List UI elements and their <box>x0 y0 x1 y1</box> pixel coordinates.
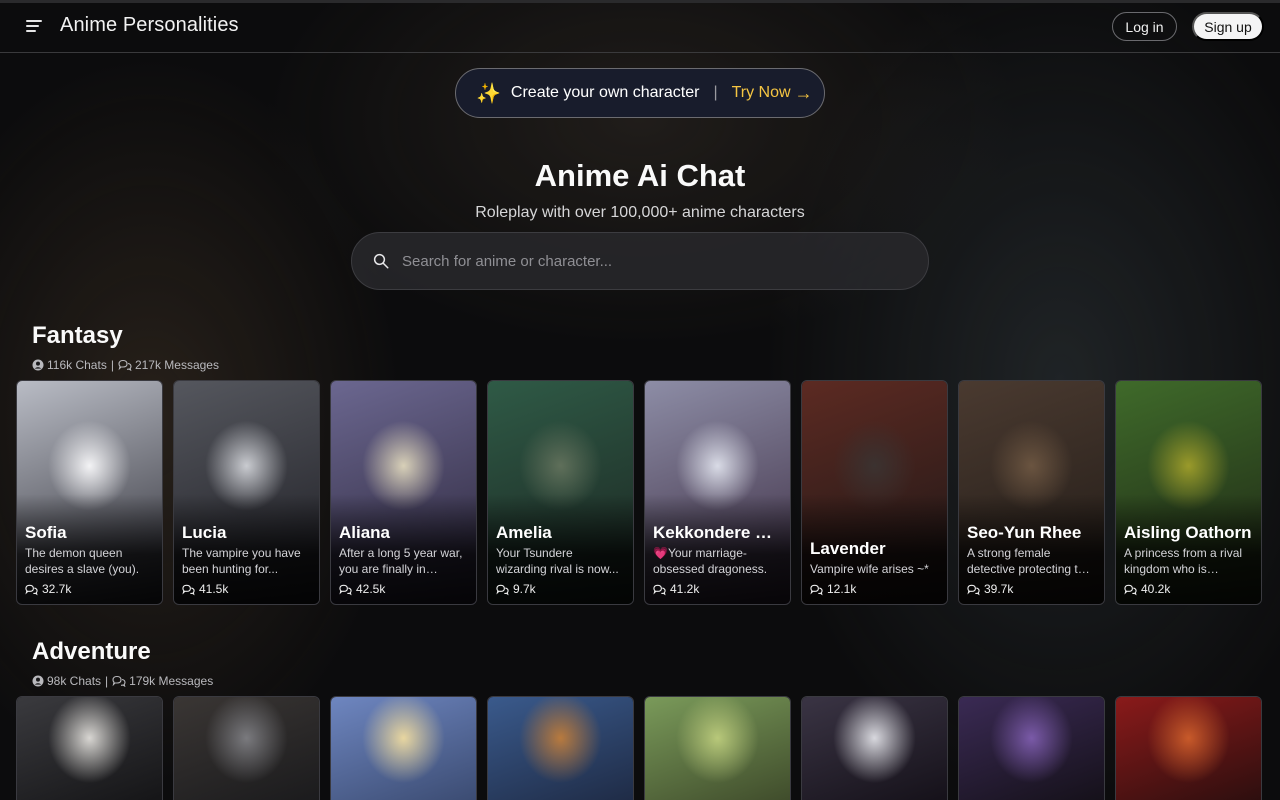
chat-count: 12.1k <box>810 582 856 596</box>
section-title-fantasy: Fantasy <box>32 322 123 349</box>
section-stats-adventure: 98k Chats | 179k Messages <box>32 674 213 688</box>
chat-count: 42.5k <box>339 582 385 596</box>
character-name: Seo-Yun Rhee <box>967 523 1082 542</box>
character-portrait <box>802 697 947 800</box>
character-name: Aisling Oathorn <box>1124 523 1252 542</box>
chat-count: 9.7k <box>496 582 536 596</box>
character-description: Your Tsundere wizarding rival is now... <box>496 546 619 576</box>
character-name: Sofia <box>25 523 67 542</box>
try-now-label: Try Now <box>731 84 791 101</box>
sparkles-icon: ✨ <box>476 82 501 105</box>
create-character-banner[interactable]: ✨ Create your own character | Try Now → <box>455 68 825 118</box>
character-card[interactable] <box>173 696 320 800</box>
character-description: 💗Your marriage-obsessed dragoness. <box>653 546 768 576</box>
character-description: The demon queen desires a slave (you). <box>25 546 140 576</box>
signup-button[interactable]: Sign up <box>1192 12 1264 41</box>
character-card[interactable] <box>958 696 1105 800</box>
character-card[interactable] <box>487 696 634 800</box>
character-name: Amelia <box>496 523 552 542</box>
chat-count-value: 40.2k <box>1141 582 1171 596</box>
chats-count: 116k Chats <box>47 358 107 372</box>
user-circle-icon <box>32 675 44 687</box>
chat-count-value: 12.1k <box>827 582 857 596</box>
section-stats-fantasy: 116k Chats | 217k Messages <box>32 358 219 372</box>
character-name: Aliana <box>339 523 391 542</box>
chat-count-value: 32.7k <box>42 582 72 596</box>
page-title: Anime Ai Chat <box>534 158 746 193</box>
chat-count-value: 9.7k <box>513 582 536 596</box>
try-now-link[interactable]: Try Now → <box>732 83 813 104</box>
user-circle-icon <box>32 359 44 371</box>
chat-count-value: 42.5k <box>356 582 386 596</box>
character-card[interactable] <box>330 696 477 800</box>
stats-separator: | <box>110 358 114 372</box>
character-portrait <box>174 697 319 800</box>
top-nav: Anime Personalities Log in Sign up <box>0 0 1280 53</box>
adventure-card-row <box>16 696 1262 800</box>
chat-bubbles-icon <box>653 584 666 595</box>
character-name: Lucia <box>182 523 227 542</box>
chat-bubbles-icon <box>496 584 509 595</box>
character-portrait <box>1116 697 1261 800</box>
chat-bubbles-icon <box>339 584 352 595</box>
character-card[interactable]: Aisling Oathorn A princess from a rival k… <box>1115 380 1262 605</box>
stats-separator: | <box>105 674 109 688</box>
messages-count: 217k Messages <box>134 358 219 372</box>
character-name: Kekkondere Dr... <box>653 523 784 542</box>
fantasy-card-row: Sofia The demon queen desires a slave (yo… <box>16 380 1262 605</box>
character-card[interactable]: Lucia The vampire you have been hunting f… <box>173 380 320 605</box>
messages-icon <box>112 675 126 687</box>
character-card[interactable]: Seo-Yun Rhee A strong female detective pr… <box>958 380 1105 605</box>
search-input[interactable] <box>402 252 882 270</box>
character-card[interactable]: Amelia Your Tsundere wizarding rival is n… <box>487 380 634 605</box>
character-card[interactable]: Sofia The demon queen desires a slave (yo… <box>16 380 163 605</box>
character-portrait <box>959 697 1104 800</box>
character-card[interactable] <box>1115 696 1262 800</box>
character-name: Lavender <box>810 539 886 558</box>
character-card[interactable] <box>644 696 791 800</box>
login-button[interactable]: Log in <box>1112 12 1177 41</box>
arrow-right-icon: → <box>794 82 813 103</box>
chat-count: 39.7k <box>967 582 1013 596</box>
chat-bubbles-icon <box>25 584 38 595</box>
chat-count: 32.7k <box>25 582 71 596</box>
chat-bubbles-icon <box>810 584 823 595</box>
chats-count: 98k Chats <box>47 674 102 688</box>
chat-count: 41.5k <box>182 582 228 596</box>
character-portrait <box>17 697 162 800</box>
chat-bubbles-icon <box>967 584 980 595</box>
character-description: After a long 5 year war, you are finally… <box>339 546 463 576</box>
character-card[interactable]: Lavender Vampire wife arises ~* 12.1k <box>801 380 948 605</box>
character-card[interactable]: Aliana After a long 5 year war, you are f… <box>330 380 477 605</box>
chat-bubbles-icon <box>182 584 195 595</box>
character-card[interactable] <box>801 696 948 800</box>
character-description: Vampire wife arises ~* <box>810 562 929 576</box>
character-description: A princess from a rival kingdom who is f… <box>1124 546 1243 576</box>
chat-count-value: 41.2k <box>670 582 700 596</box>
character-card[interactable]: Kekkondere Dr... 💗Your marriage-obsessed … <box>644 380 791 605</box>
messages-count: 179k Messages <box>129 674 214 688</box>
hamburger-menu-icon[interactable] <box>26 20 42 32</box>
section-title-adventure: Adventure <box>32 638 151 665</box>
chat-count-value: 41.5k <box>199 582 229 596</box>
chat-bubbles-icon <box>1124 584 1137 595</box>
character-description: The vampire you have been hunting for... <box>182 546 301 576</box>
messages-icon <box>118 359 132 371</box>
page-subtitle: Roleplay with over 100,000+ anime charac… <box>475 204 805 221</box>
character-description: A strong female detective protecting the… <box>967 546 1092 576</box>
search-icon <box>373 253 389 269</box>
character-card[interactable] <box>16 696 163 800</box>
site-brand[interactable]: Anime Personalities <box>60 14 239 37</box>
character-portrait <box>645 697 790 800</box>
promo-separator: | <box>713 84 718 101</box>
character-portrait <box>488 697 633 800</box>
search-bar[interactable] <box>351 232 929 290</box>
chat-count: 40.2k <box>1124 582 1170 596</box>
character-portrait <box>331 697 476 800</box>
chat-count: 41.2k <box>653 582 699 596</box>
promo-text: Create your own character <box>510 84 700 101</box>
chat-count-value: 39.7k <box>984 582 1014 596</box>
